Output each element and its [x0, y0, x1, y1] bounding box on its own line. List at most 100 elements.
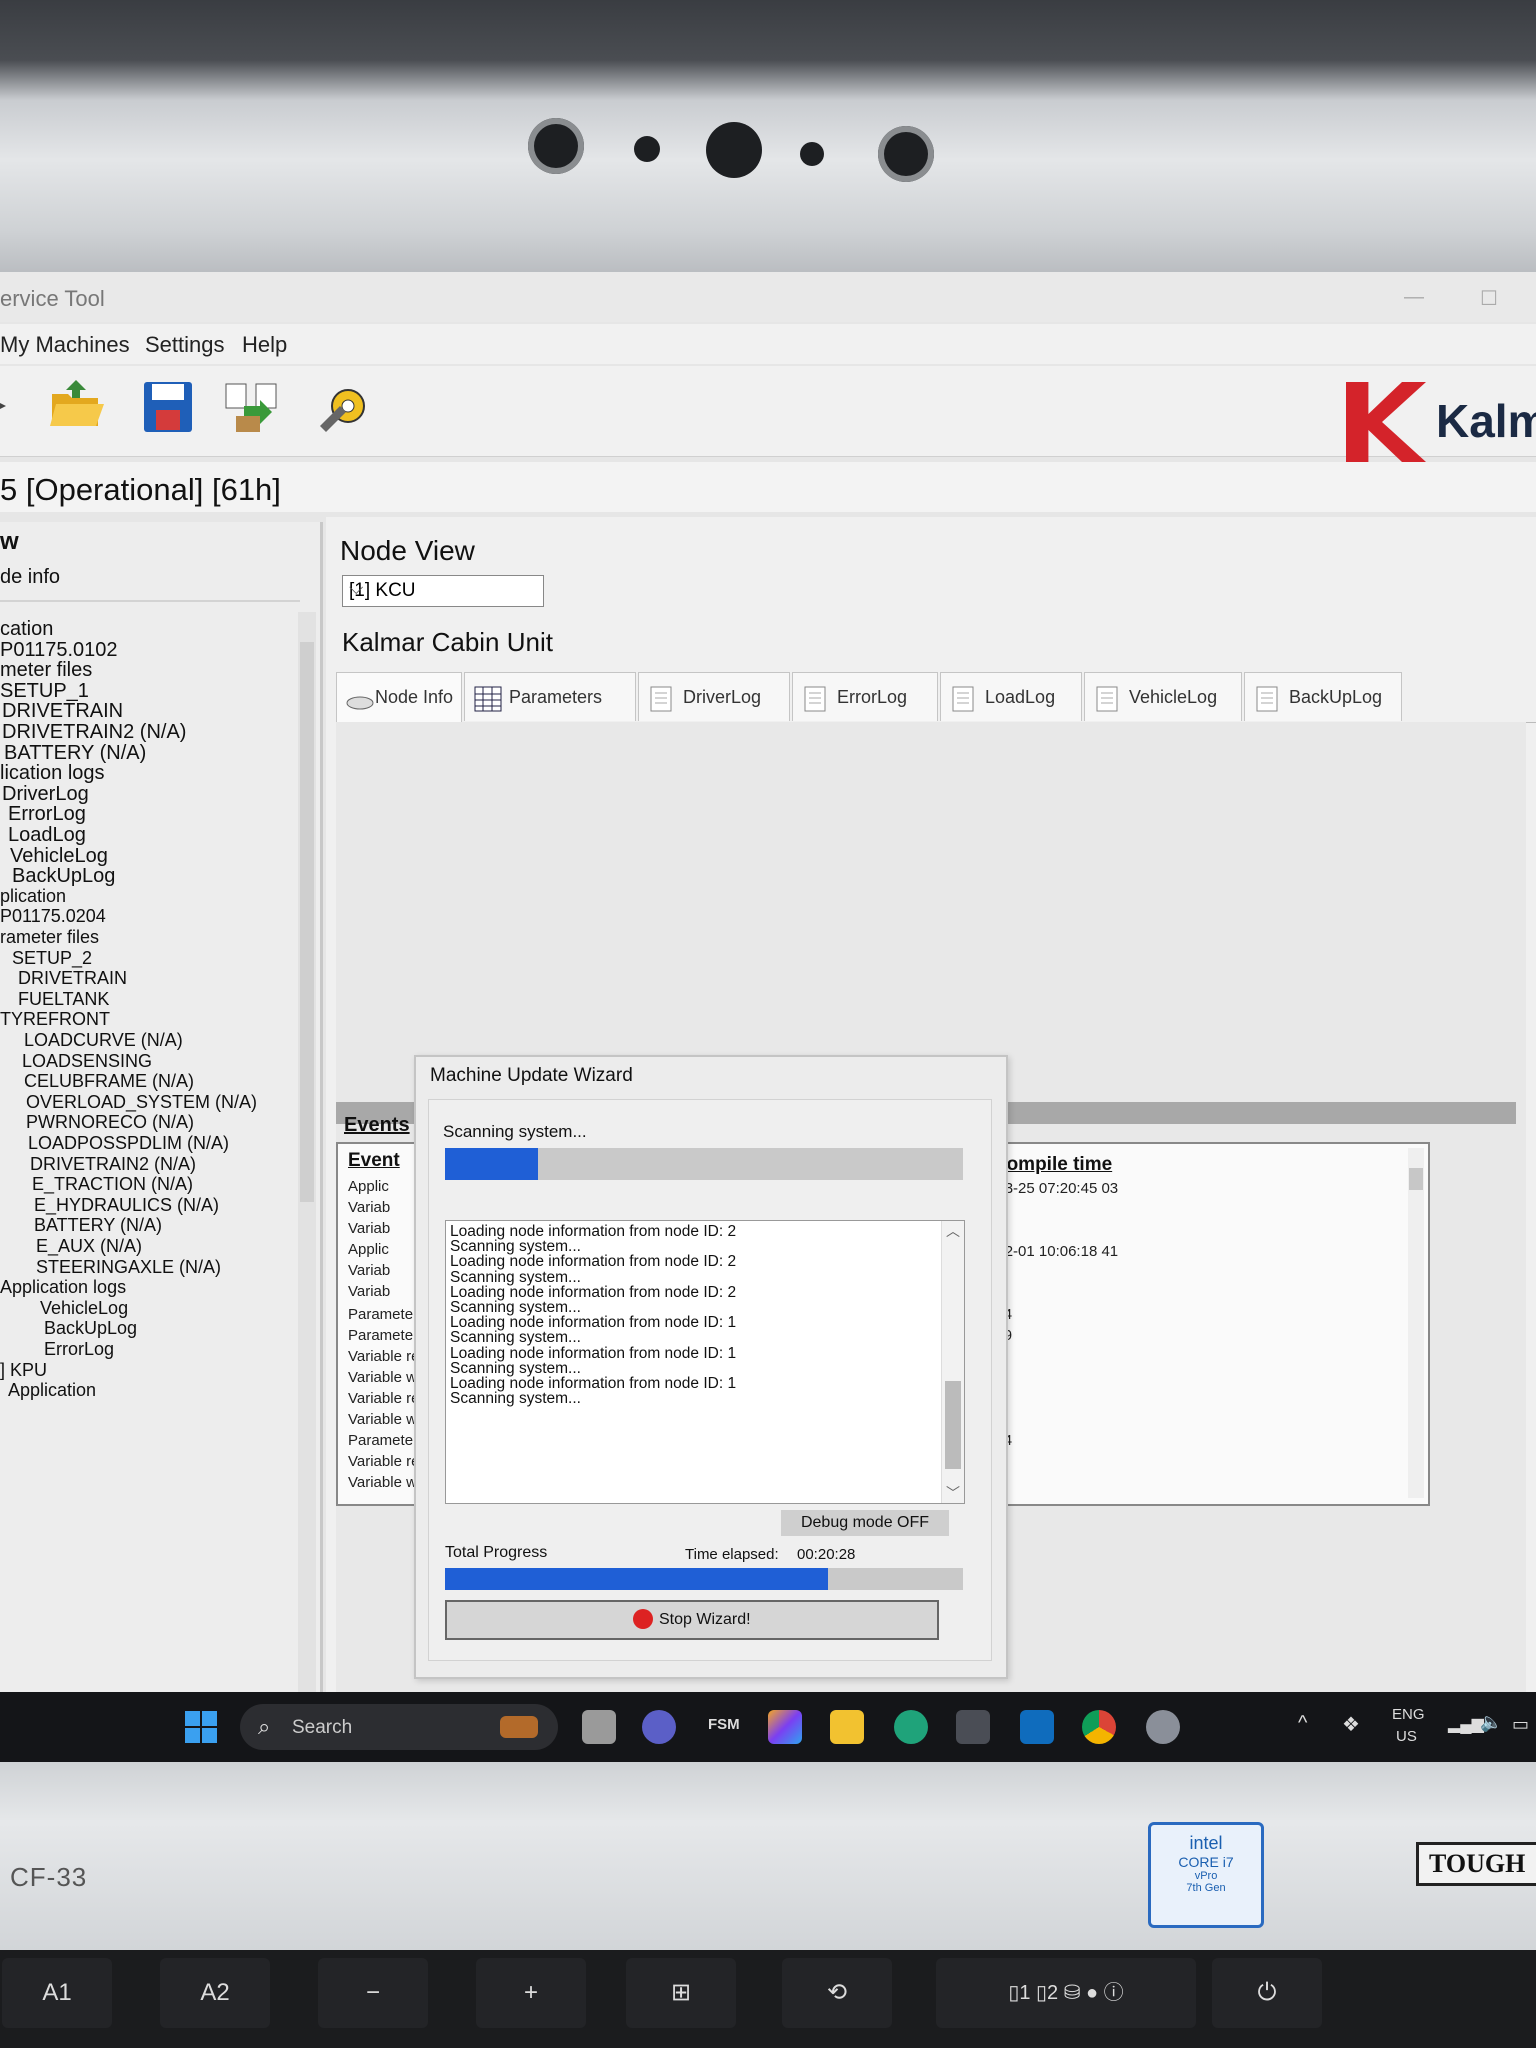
tree-item[interactable]: DriverLog	[2, 783, 89, 806]
edge-icon[interactable]	[894, 1710, 928, 1744]
tab-driverlog[interactable]: DriverLog	[638, 672, 790, 721]
tree-item[interactable]: DRIVETRAIN	[18, 968, 127, 989]
tree-item[interactable]: E_HYDRAULICS (N/A)	[34, 1195, 219, 1216]
open-folder-icon[interactable]	[46, 376, 106, 436]
language-code[interactable]: ENG	[1392, 1706, 1425, 1723]
log-scrollbar[interactable]: ︿ ﹀	[941, 1221, 964, 1503]
tab-vehiclelog[interactable]: VehicleLog	[1084, 672, 1242, 721]
power-icon[interactable]: ⏻	[1212, 1958, 1322, 2028]
tree-item[interactable]: OVERLOAD_SYSTEM (N/A)	[26, 1092, 257, 1113]
tree-item[interactable]: cation	[0, 618, 53, 641]
tree-item[interactable]: VehicleLog	[10, 845, 108, 868]
menu-settings[interactable]: Settings	[145, 332, 225, 358]
camera-icon[interactable]	[956, 1710, 990, 1744]
tree-item[interactable]: plication	[0, 886, 66, 907]
chevron-down-icon[interactable]: ﹀	[946, 1483, 960, 1503]
tree-item[interactable]: SETUP_2	[12, 948, 92, 969]
node-info-link[interactable]: de info	[0, 566, 60, 589]
tree-item[interactable]: rameter files	[0, 927, 99, 948]
tree-item[interactable]: BATTERY (N/A)	[4, 742, 146, 765]
tree-item[interactable]: CELUBFRAME (N/A)	[24, 1071, 194, 1092]
minimize-icon[interactable]: —	[1404, 286, 1424, 309]
tree-item[interactable]: VehicleLog	[40, 1298, 128, 1319]
menu-my-machines[interactable]: My Machines	[0, 332, 130, 358]
node-select-dropdown[interactable]: [1] KCU ⌵	[342, 575, 544, 607]
tree-item[interactable]: meter files	[0, 659, 92, 682]
col-header-event[interactable]: Event	[348, 1150, 400, 1172]
region-code[interactable]: US	[1396, 1728, 1417, 1745]
camera-sensor-dot	[800, 142, 824, 166]
tab-errorlog[interactable]: ErrorLog	[792, 672, 938, 721]
battery-icon[interactable]: ▭	[1512, 1714, 1529, 1735]
tree-item[interactable]: PWRNORECO (N/A)	[26, 1112, 194, 1133]
rotate-icon[interactable]: ⟲	[782, 1958, 892, 2028]
key-minus[interactable]: −	[318, 1958, 428, 2028]
events-scrollbar[interactable]	[1408, 1148, 1424, 1498]
key-a1[interactable]: A1	[2, 1958, 112, 2028]
dropbox-icon[interactable]: ❖	[1342, 1712, 1360, 1737]
tab-backuplog[interactable]: BackUpLog	[1244, 672, 1402, 721]
tree-scrollbar[interactable]	[298, 612, 316, 1692]
tree-item[interactable]: FUELTANK	[18, 989, 109, 1010]
back-arrow-icon[interactable]	[0, 376, 20, 436]
camera-lens-right	[878, 126, 934, 182]
save-disk-icon[interactable]	[138, 376, 198, 436]
key-plus[interactable]: +	[476, 1958, 586, 2028]
windows-start-icon[interactable]	[184, 1710, 218, 1744]
tree-item[interactable]: E_TRACTION (N/A)	[32, 1174, 193, 1195]
tree-item[interactable]: P01175.0204	[0, 906, 106, 927]
tree-item[interactable]: TYREFRONT	[0, 1009, 110, 1030]
tree-item[interactable]: LOADSENSING	[22, 1051, 152, 1072]
tree-item[interactable]: STEERINGAXLE (N/A)	[36, 1257, 221, 1278]
tree-item[interactable]: BackUpLog	[12, 865, 115, 888]
menu-bar: My Machines Settings Help	[0, 324, 1536, 364]
maximize-icon[interactable]: ☐	[1480, 286, 1498, 311]
chevron-up-icon[interactable]: ^	[1298, 1712, 1307, 1735]
chevron-up-icon[interactable]: ︿	[946, 1221, 960, 1241]
tree-item[interactable]: BackUpLog	[44, 1318, 137, 1339]
widget-icon[interactable]	[500, 1716, 538, 1738]
chrome-icon[interactable]	[1082, 1710, 1116, 1744]
file-explorer-icon[interactable]	[830, 1710, 864, 1744]
tree-item[interactable]: P01175.0102	[0, 639, 118, 662]
tree-item[interactable]: Application	[8, 1380, 96, 1401]
tree-item[interactable]: BATTERY (N/A)	[34, 1215, 162, 1236]
tree-item[interactable]: Application logs	[0, 1277, 126, 1298]
key-a2[interactable]: A2	[160, 1958, 270, 2028]
tab-loadlog[interactable]: LoadLog	[940, 672, 1082, 721]
copilot-icon[interactable]	[768, 1710, 802, 1744]
tree-item[interactable]: DRIVETRAIN2 (N/A)	[2, 721, 186, 744]
kalmar-k-mark	[1346, 382, 1426, 462]
service-tool-icon[interactable]	[1146, 1710, 1180, 1744]
wrench-gear-icon[interactable]	[314, 376, 374, 436]
windows-key-icon[interactable]: ⊞	[626, 1958, 736, 2028]
tree-item[interactable]: LoadLog	[8, 824, 86, 847]
tree-item[interactable]: E_AUX (N/A)	[36, 1236, 142, 1257]
fsm-app-label[interactable]: FSM	[708, 1716, 740, 1733]
debug-mode-button[interactable]: Debug mode OFF	[781, 1510, 949, 1536]
tree-item[interactable]: LOADCURVE (N/A)	[24, 1030, 183, 1051]
tree-item[interactable]: SETUP_1	[0, 680, 89, 703]
log-scroll-thumb[interactable]	[945, 1381, 961, 1469]
tree-item[interactable]: lication logs	[0, 762, 105, 785]
tab-node-info[interactable]: Node Info	[336, 672, 462, 723]
menu-help[interactable]: Help	[242, 332, 287, 358]
stop-wizard-button[interactable]: Stop Wizard!	[445, 1600, 939, 1640]
log-file-icon	[952, 686, 974, 712]
tree-item[interactable]: ErrorLog	[8, 803, 86, 826]
tree-item[interactable]: ] KPU	[0, 1360, 47, 1381]
tree-item[interactable]: DRIVETRAIN	[2, 700, 123, 723]
tab-parameters[interactable]: Parameters	[464, 672, 636, 721]
transfer-files-icon[interactable]	[222, 376, 282, 436]
tree-item[interactable]: ErrorLog	[44, 1339, 114, 1360]
teams-icon[interactable]	[642, 1710, 676, 1744]
events-scroll-thumb[interactable]	[1409, 1168, 1423, 1190]
wifi-icon[interactable]: ▂▄▆	[1448, 1714, 1484, 1734]
task-view-icon[interactable]	[582, 1710, 616, 1744]
volume-icon[interactable]: 🔈	[1480, 1712, 1502, 1733]
event-cell: Variab	[348, 1262, 391, 1279]
outlook-icon[interactable]	[1020, 1710, 1054, 1744]
tree-item[interactable]: LOADPOSSPDLIM (N/A)	[28, 1133, 229, 1154]
tree-item[interactable]: DRIVETRAIN2 (N/A)	[30, 1154, 196, 1175]
tree-scroll-thumb[interactable]	[300, 642, 314, 1202]
